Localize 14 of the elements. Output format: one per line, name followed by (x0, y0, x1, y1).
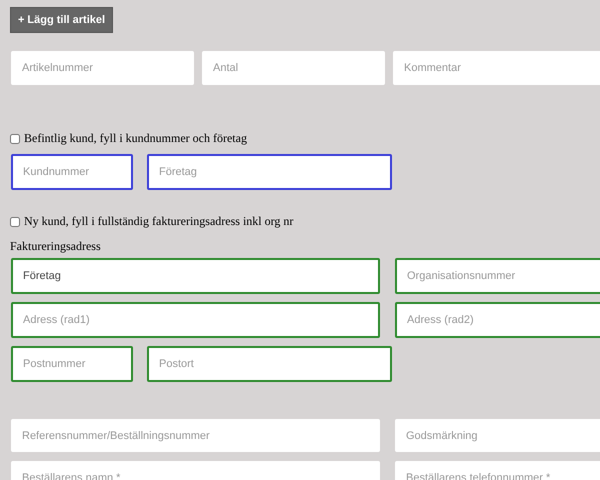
input-field[interactable]: Företag (147, 154, 392, 190)
add-article-button[interactable]: + Lägg till artikel (10, 7, 113, 33)
input-field[interactable]: Postnummer (11, 346, 133, 382)
input-field[interactable]: Postort (147, 346, 392, 382)
input-field[interactable]: Kundnummer (11, 154, 133, 190)
checkbox-label: Befintlig kund, fyll i kundnummer och företag (24, 131, 247, 146)
checkbox[interactable] (10, 216, 20, 226)
input-field[interactable]: Företag (11, 258, 380, 294)
input-field[interactable]: Adress (rad1) (11, 302, 380, 338)
checkbox[interactable] (10, 134, 20, 144)
section-heading: Faktureringsadress (10, 239, 102, 254)
checkbox-label: Ny kund, fyll i fullständig faktureringsadress inkl org nr (24, 214, 294, 229)
input-field[interactable]: Organisationsnummer (395, 258, 600, 294)
input-field[interactable]: Adress (rad2) (395, 302, 600, 338)
